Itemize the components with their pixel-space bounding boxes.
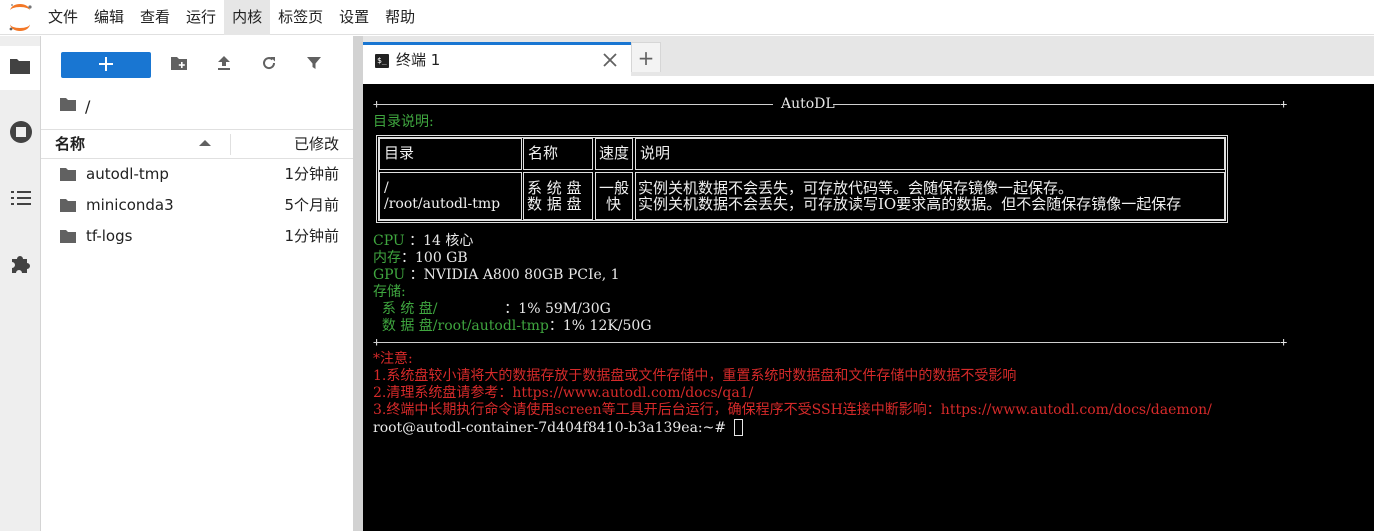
rule-line xyxy=(374,342,1280,343)
menu-view[interactable]: 查看 xyxy=(132,0,178,35)
sort-ascending-icon[interactable] xyxy=(199,140,211,146)
rule-line xyxy=(833,104,1280,105)
toc-icon xyxy=(10,189,32,211)
table-header-cell: 目录 xyxy=(379,138,522,170)
note-line: 2.清理系统盘请参考：https://www.autodl.com/docs/q… xyxy=(373,385,754,401)
column-modified-header[interactable]: 已修改 xyxy=(294,130,339,158)
file-name: miniconda3 xyxy=(86,196,174,214)
file-list: autodl-tmp 1分钟前 miniconda3 5个月前 tf-logs … xyxy=(41,159,353,252)
file-modified: 1分钟前 xyxy=(284,227,339,245)
menu-kernel[interactable]: 内核 xyxy=(224,0,271,35)
file-modified: 1分钟前 xyxy=(284,165,339,183)
panel-splitter[interactable] xyxy=(353,36,363,531)
file-modified: 5个月前 xyxy=(284,196,339,214)
refresh-icon xyxy=(261,55,277,75)
table-cell-desc: 实例关机数据不会丢失，可存放代码等。会随保存镜像一起保存。 实例关机数据不会丢失… xyxy=(635,172,1225,220)
breadcrumb-root[interactable]: / xyxy=(85,97,90,116)
folder-icon xyxy=(59,229,77,244)
menu-run[interactable]: 运行 xyxy=(178,0,224,35)
table-cell-speed: 一般 快 xyxy=(595,172,633,220)
breadcrumb: / xyxy=(59,94,90,118)
spec-storage-heading: 存储: xyxy=(373,284,406,300)
shell-prompt: root@autodl-container-7d404f8410-b3a139e… xyxy=(373,420,731,436)
refresh-button[interactable] xyxy=(256,52,282,78)
file-list-header: 名称 已修改 xyxy=(41,129,353,159)
file-browser: / 名称 已修改 autodl-tmp 1分钟前 miniconda3 5个月前… xyxy=(41,36,353,531)
jupyter-logo-icon xyxy=(0,0,40,35)
tab-label: 终端 1 xyxy=(396,51,441,69)
rule-corner: + xyxy=(1280,335,1288,349)
spec-data-disk: 数 据 盘/root/autodl-tmp：1% 12K/50G xyxy=(373,318,652,334)
spec-system-disk: 系 统 盘/ ：1% 59M/30G xyxy=(373,301,611,317)
table-header-cell: 说明 xyxy=(635,138,1225,170)
table-of-contents-tab[interactable] xyxy=(0,178,41,222)
file-browser-toolbar xyxy=(41,36,353,96)
new-folder-button[interactable] xyxy=(166,52,192,78)
file-name: tf-logs xyxy=(86,227,133,245)
note-line: 3.终端中长期执行命令请使用screen等工具开后台运行，确保程序不受SSH连接… xyxy=(373,402,1212,418)
running-icon xyxy=(9,120,33,148)
folder-icon xyxy=(59,198,77,213)
spec-memory: 内存：100 GB xyxy=(373,250,468,266)
column-name-header[interactable]: 名称 xyxy=(55,130,85,158)
folder-icon xyxy=(59,167,77,182)
rule-corner: + xyxy=(1280,97,1288,111)
dir-heading: 目录说明: xyxy=(373,114,434,130)
extension-manager-tab[interactable] xyxy=(0,244,41,288)
table-cell-names: 系 统 盘 数 据 盘 xyxy=(523,172,593,220)
file-row-tf-logs[interactable]: tf-logs 1分钟前 xyxy=(41,221,353,252)
upload-icon xyxy=(216,55,232,75)
directory-table: 目录 名称 速度 说明 / /root/autodl-tmp 系 统 盘 数 据… xyxy=(376,135,1228,223)
menu-tabs[interactable]: 标签页 xyxy=(270,0,331,35)
rule-line xyxy=(374,104,773,105)
plus-icon xyxy=(99,56,113,75)
spec-gpu: GPU ：NVIDIA A800 80GB PCIe, 1 xyxy=(373,267,620,283)
folder-icon xyxy=(9,57,31,79)
upload-button[interactable] xyxy=(211,52,237,78)
file-browser-tab[interactable] xyxy=(0,46,40,90)
table-cell-dirs: / /root/autodl-tmp xyxy=(379,172,522,220)
notes-heading: *注意: xyxy=(373,351,413,367)
file-name: autodl-tmp xyxy=(86,165,169,183)
terminal-panel[interactable]: + AutoDL + 目录说明: 目录 名称 速度 说明 / /root/aut… xyxy=(363,84,1374,531)
menu-bar: 文件 编辑 查看 运行 内核 标签页 设置 帮助 xyxy=(0,0,1374,35)
main-menu: 文件 编辑 查看 运行 内核 标签页 设置 帮助 xyxy=(40,0,423,35)
activity-bar xyxy=(0,36,41,531)
table-header-cell: 名称 xyxy=(523,138,593,170)
folder-icon[interactable] xyxy=(59,97,77,116)
add-tab-button[interactable]: + xyxy=(631,42,661,72)
table-header-cell: 速度 xyxy=(595,138,633,170)
new-launcher-button[interactable] xyxy=(61,52,151,78)
terminal-icon: $_ xyxy=(375,54,389,68)
menu-settings[interactable]: 设置 xyxy=(331,0,377,35)
column-divider[interactable] xyxy=(230,134,231,155)
extension-icon xyxy=(10,253,32,279)
file-row-autodl-tmp[interactable]: autodl-tmp 1分钟前 xyxy=(41,159,353,190)
spec-cpu: CPU ：14 核心 xyxy=(373,233,474,249)
tab-terminal-1[interactable]: $_ 终端 1 xyxy=(363,42,631,76)
tab-bar: $_ 终端 1 + xyxy=(363,36,1374,76)
menu-file[interactable]: 文件 xyxy=(40,0,86,35)
menu-edit[interactable]: 编辑 xyxy=(86,0,132,35)
terminal-cursor[interactable] xyxy=(734,419,743,436)
file-row-miniconda3[interactable]: miniconda3 5个月前 xyxy=(41,190,353,221)
tab-underlay xyxy=(363,76,1374,84)
filter-icon xyxy=(306,55,322,75)
note-line: 1.系统盘较小请将大的数据存放于数据盘或文件存储中，重置系统时数据盘和文件存储中… xyxy=(373,368,1017,384)
banner-title: AutoDL xyxy=(781,96,835,112)
close-icon[interactable] xyxy=(601,51,619,69)
menu-help[interactable]: 帮助 xyxy=(377,0,423,35)
filter-button[interactable] xyxy=(301,52,327,78)
new-folder-icon xyxy=(170,56,188,75)
running-sessions-tab[interactable] xyxy=(0,112,41,156)
